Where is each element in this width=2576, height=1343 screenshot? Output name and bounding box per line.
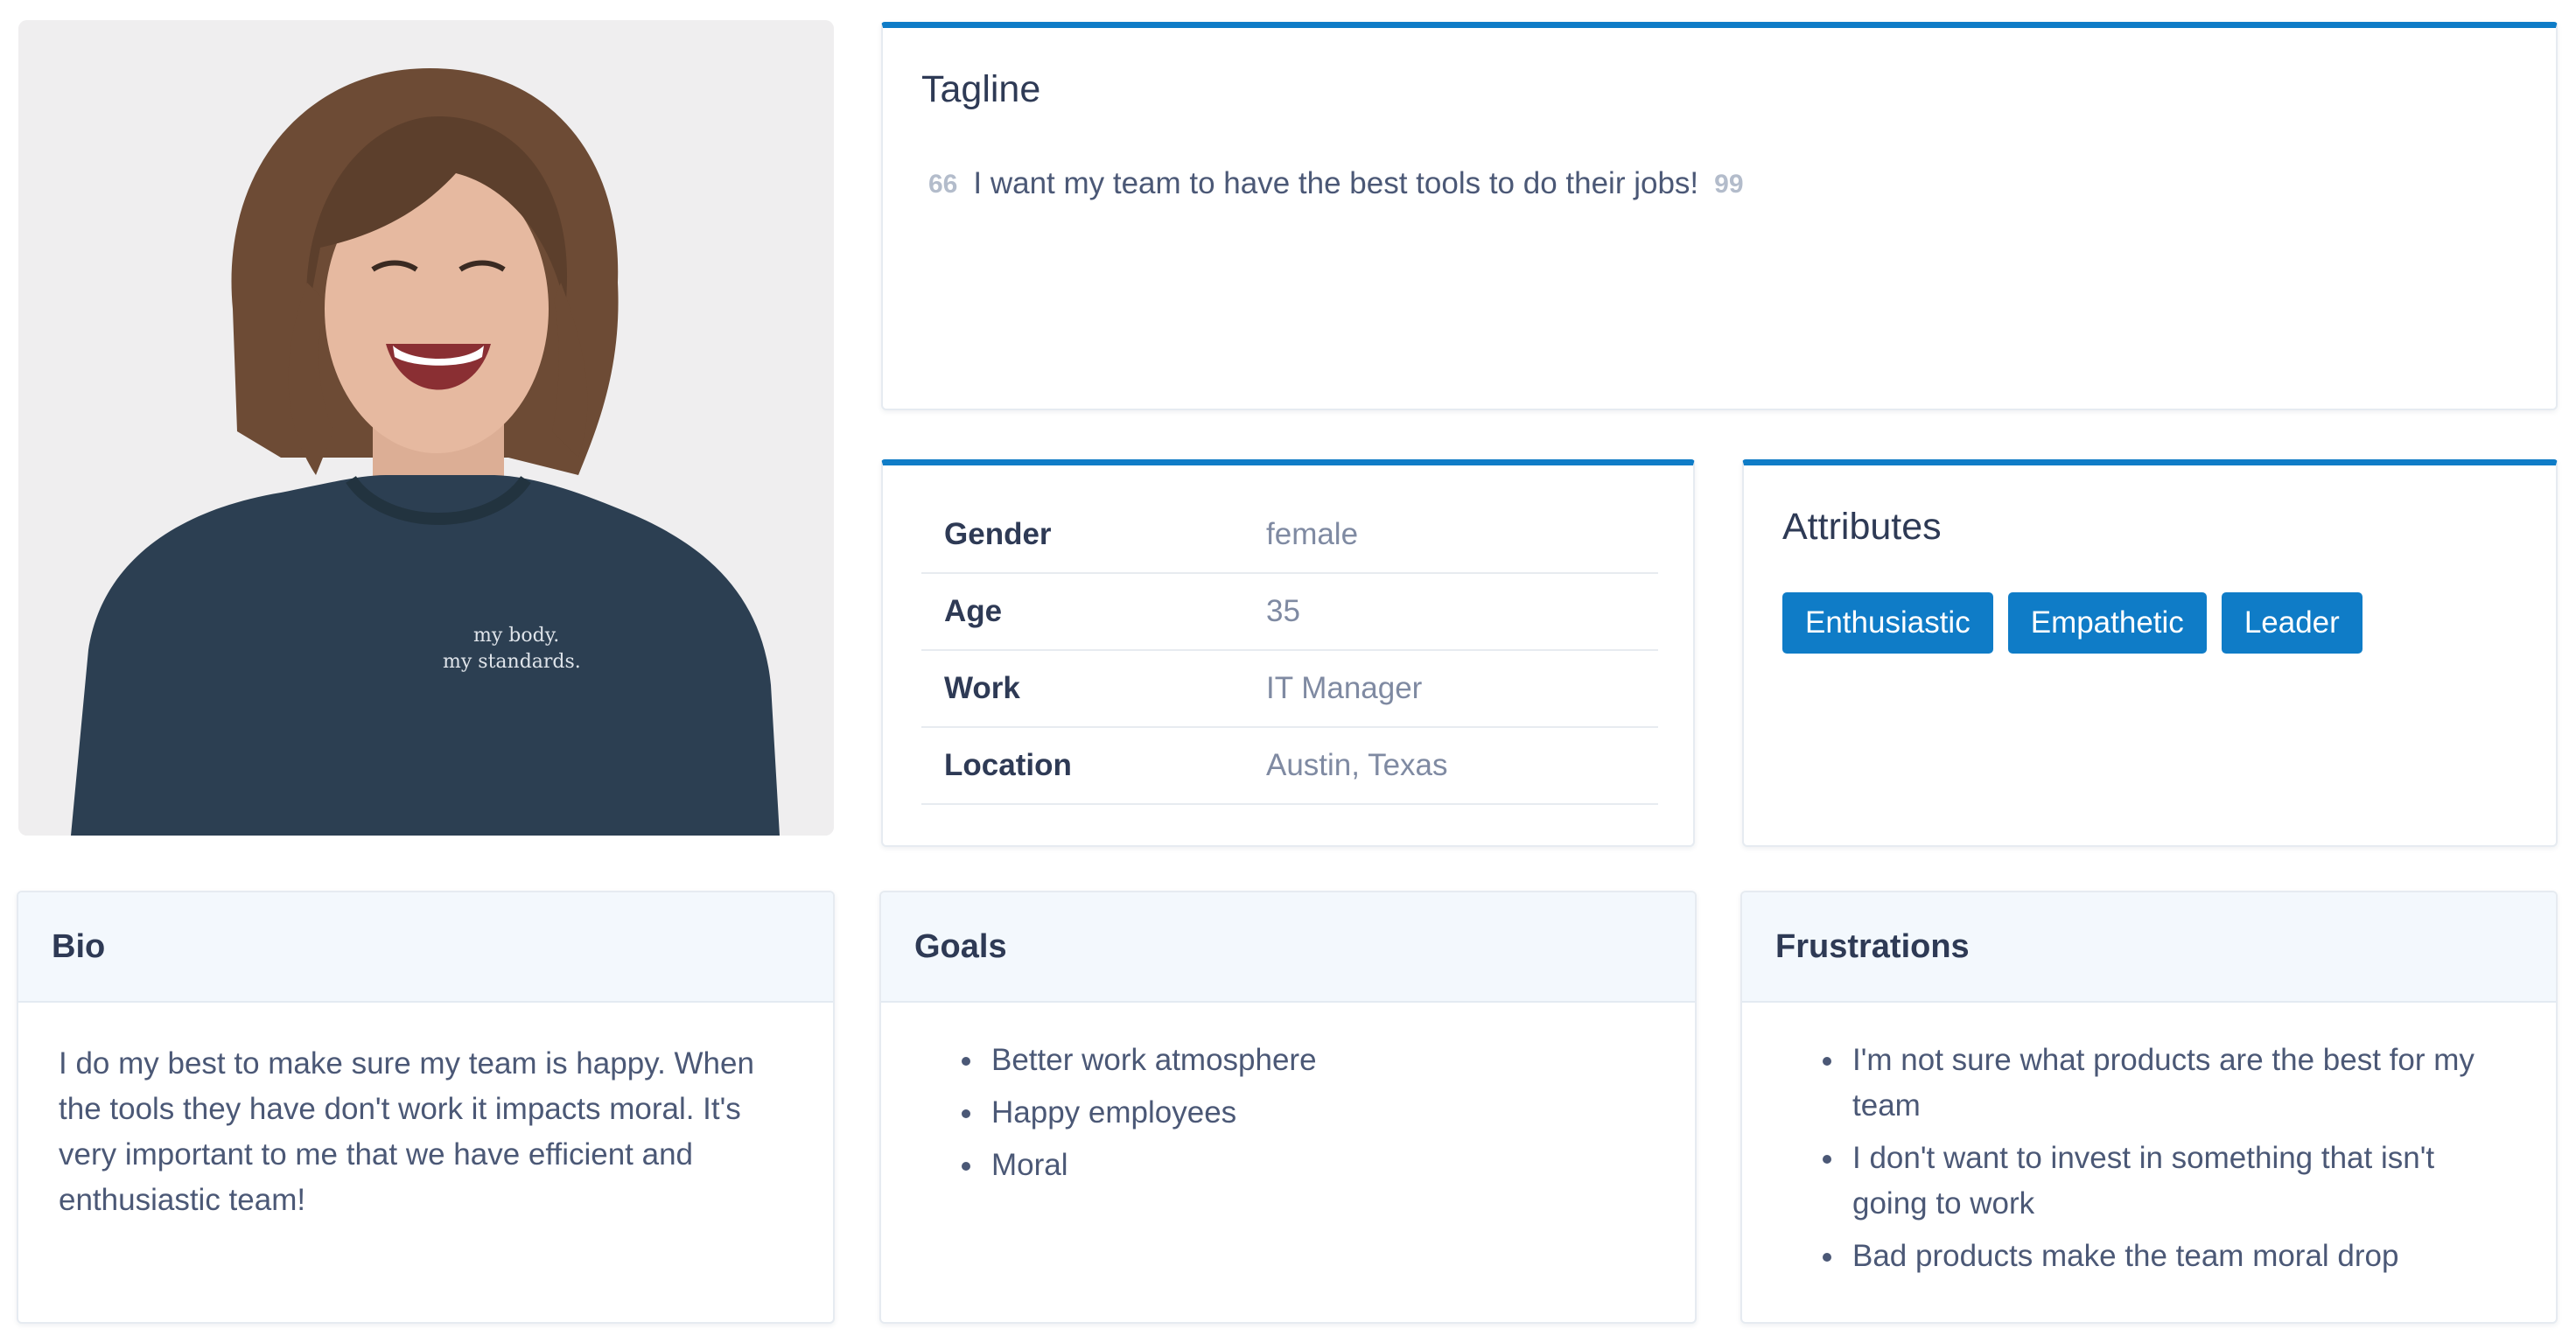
frustrations-panel: Frustrations I'm not sure what products … (1740, 891, 2558, 1324)
attributes-title: Attributes (1782, 506, 1942, 548)
list-item: Moral (956, 1143, 1656, 1188)
demographics-table: Gender female Age 35 Work IT Manager Loc… (921, 497, 1658, 805)
info-value: 35 (1266, 594, 1300, 628)
goals-panel: Goals Better work atmosphere Happy emplo… (879, 891, 1697, 1324)
info-row-gender: Gender female (921, 497, 1658, 574)
list-item: Bad products make the team moral drop (1817, 1234, 2500, 1279)
close-quote-icon: 99 (1714, 170, 1744, 199)
info-label: Age (944, 594, 1003, 628)
info-value: IT Manager (1266, 671, 1423, 705)
info-label: Gender (944, 517, 1052, 551)
bio-text: I do my best to make sure my team is hap… (59, 1046, 754, 1217)
attribute-badge: Empathetic (2007, 592, 2207, 654)
tagline-card: Tagline 66 I want my team to have the be… (881, 22, 2558, 410)
list-item: I'm not sure what products are the best … (1817, 1038, 2500, 1129)
info-label: Location (944, 748, 1072, 782)
info-row-location: Location Austin, Texas (921, 728, 1658, 805)
portrait-photo: my body. my standards. (18, 20, 834, 836)
attribute-badge: Enthusiastic (1782, 592, 1993, 654)
goals-list: Better work atmosphere Happy employees M… (956, 1038, 1656, 1195)
info-row-work: Work IT Manager (921, 651, 1658, 728)
frustrations-list: I'm not sure what products are the best … (1817, 1038, 2500, 1286)
tagline-quote: 66 I want my team to have the best tools… (928, 166, 1744, 201)
list-item: Better work atmosphere (956, 1038, 1656, 1083)
info-value: female (1266, 517, 1359, 551)
bio-header: Bio (18, 892, 833, 1003)
attribute-badge: Leader (2221, 592, 2362, 654)
open-quote-icon: 66 (928, 170, 958, 199)
shirt-text-line1: my body. (473, 625, 559, 647)
info-value: Austin, Texas (1266, 748, 1448, 782)
attributes-card: Attributes Enthusiastic Empathetic Leade… (1742, 459, 2558, 847)
attribute-badges: Enthusiastic Empathetic Leader (1782, 592, 2362, 654)
tagline-text: I want my team to have the best tools to… (973, 166, 1699, 200)
tagline-title: Tagline (921, 68, 1041, 110)
goals-header: Goals (881, 892, 1695, 1003)
info-row-age: Age 35 (921, 574, 1658, 651)
info-label: Work (944, 671, 1020, 705)
demographics-card: Gender female Age 35 Work IT Manager Loc… (881, 459, 1695, 847)
list-item: Happy employees (956, 1090, 1656, 1136)
bio-panel: Bio I do my best to make sure my team is… (17, 891, 835, 1324)
frustrations-header: Frustrations (1742, 892, 2556, 1003)
list-item: I don't want to invest in something that… (1817, 1136, 2500, 1227)
shirt-text-line2: my standards. (443, 651, 581, 673)
